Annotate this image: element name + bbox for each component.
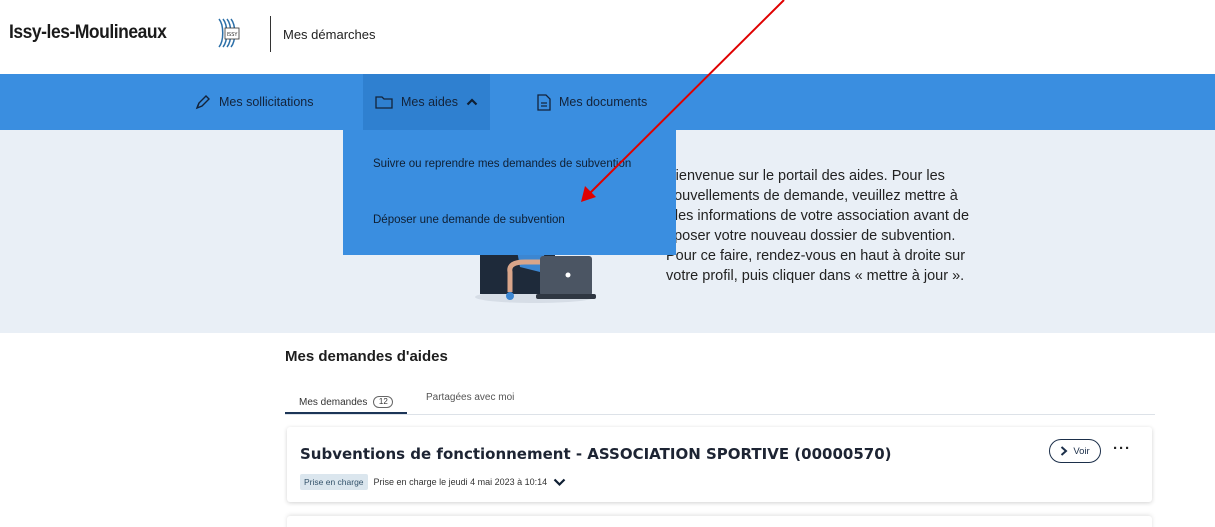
- menu-item-submit-request[interactable]: Déposer une demande de subvention: [373, 214, 565, 226]
- welcome-line: votre profil, puis cliquer dans « mettre…: [666, 268, 965, 284]
- request-card: Subventions de fonctionnement - ASSOCIAT…: [287, 427, 1152, 502]
- folder-icon: [375, 96, 393, 109]
- site-name: Mes démarches: [283, 27, 376, 42]
- welcome-line: Pour ce faire, rendez-vous en haut à dro…: [666, 248, 966, 264]
- welcome-line: nouvellements de demande, veuillez mettr…: [666, 188, 958, 204]
- nav-label: Mes aides: [401, 95, 458, 109]
- nav-label: Mes sollicitations: [219, 95, 314, 109]
- count-badge: 12: [373, 396, 394, 408]
- document-icon: [537, 93, 551, 111]
- welcome-line: r les informations de votre association …: [666, 208, 970, 224]
- nav-item-sollicitations[interactable]: Mes sollicitations: [195, 74, 313, 130]
- nav-item-aides[interactable]: Mes aides: [363, 74, 490, 130]
- welcome-line: Bienvenue sur le portail des aides. Pour…: [666, 168, 945, 184]
- welcome-text: Bienvenue sur le portail des aides. Pour…: [666, 166, 1046, 286]
- tab-label: Mes demandes: [299, 396, 368, 408]
- tab-label: Partagées avec moi: [426, 392, 515, 403]
- top-header: Issy-les-Moulineaux ISSY Mes démarches: [0, 0, 1215, 74]
- tab-mes-demandes[interactable]: Mes demandes 12: [285, 392, 408, 414]
- tab-partagees[interactable]: Partagées avec moi: [426, 392, 514, 403]
- pen-icon: [195, 95, 210, 110]
- welcome-line: époser votre nouveau dossier de subventi…: [666, 228, 956, 244]
- brand-name[interactable]: Issy-les-Moulineaux: [9, 22, 167, 44]
- svg-text:ISSY: ISSY: [227, 32, 239, 38]
- request-meta: Prise en charge Prise en charge le jeudi…: [300, 474, 566, 490]
- menu-item-follow-requests[interactable]: Suivre ou reprendre mes demandes de subv…: [373, 158, 631, 170]
- header-divider: [270, 16, 271, 52]
- view-button[interactable]: Voir: [1049, 439, 1101, 463]
- chevron-right-icon: [1061, 446, 1068, 456]
- chevron-up-icon: [466, 98, 478, 106]
- status-badge: Prise en charge: [300, 474, 368, 490]
- city-logo-icon[interactable]: ISSY: [216, 17, 246, 49]
- aides-dropdown-menu: Suivre ou reprendre mes demandes de subv…: [343, 130, 676, 255]
- section-title: Mes demandes d'aides: [285, 348, 448, 365]
- status-detail: Prise en charge le jeudi 4 mai 2023 à 10…: [373, 477, 548, 487]
- main-nav: Mes sollicitations Mes aides Mes documen…: [0, 74, 1215, 130]
- chevron-down-icon[interactable]: [553, 477, 566, 487]
- view-label: Voir: [1073, 445, 1090, 457]
- nav-label: Mes documents: [559, 95, 648, 109]
- requests-tabs: Mes demandes 12 Partagées avec moi: [285, 388, 1155, 415]
- nav-item-documents[interactable]: Mes documents: [537, 74, 647, 130]
- request-card-partial: [287, 516, 1152, 527]
- more-options-icon[interactable]: ···: [1113, 440, 1131, 457]
- request-title[interactable]: Subventions de fonctionnement - ASSOCIAT…: [300, 445, 892, 463]
